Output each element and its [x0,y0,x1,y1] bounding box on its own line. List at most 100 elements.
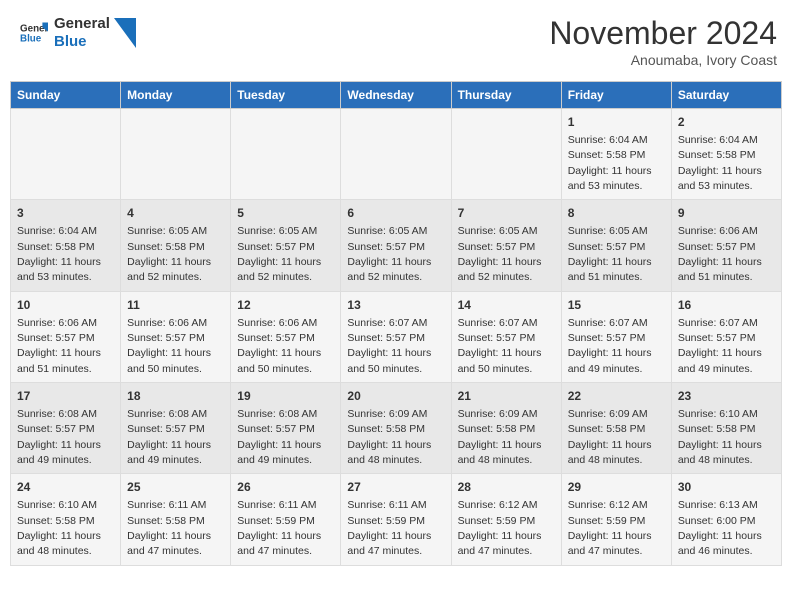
calendar-day-cell: 13 Sunrise: 6:07 AM Sunset: 5:57 PM Dayli… [341,291,451,382]
calendar-week-row: 3 Sunrise: 6:04 AM Sunset: 5:58 PM Daylig… [11,200,782,291]
day-of-week-header: Friday [561,82,671,109]
day-info-text: Sunrise: 6:08 AM Sunset: 5:57 PM Dayligh… [237,408,321,466]
logo-icon: General Blue [20,19,48,47]
day-number: 1 [568,114,665,131]
day-info-text: Sunrise: 6:12 AM Sunset: 5:59 PM Dayligh… [568,499,652,557]
calendar-day-cell: 7Sunrise: 6:05 AM Sunset: 5:57 PM Daylig… [451,200,561,291]
day-number: 26 [237,479,334,496]
calendar-week-row: 1Sunrise: 6:04 AM Sunset: 5:58 PM Daylig… [11,109,782,200]
calendar-day-cell: 10 Sunrise: 6:06 AM Sunset: 5:57 PM Dayli… [11,291,121,382]
calendar-body: 1 Sunrise: 6:04 AM Sunset: 5:58 PM Daylig… [11,109,782,566]
day-number: 30 [678,479,775,496]
calendar-day-cell: 15Sunrise: 6:07 AM Sunset: 5:57 PM Dayli… [561,291,671,382]
logo-general-text: General [54,15,110,33]
day-info-text: Sunrise: 6:05 AM Sunset: 5:58 PM Dayligh… [127,225,211,283]
calendar-day-cell: 6 Sunrise: 6:05 AM Sunset: 5:57 PM Daylig… [341,200,451,291]
header-row: SundayMondayTuesdayWednesdayThursdayFrid… [11,82,782,109]
day-number: 6 [347,205,444,222]
calendar-day-cell: 28Sunrise: 6:12 AM Sunset: 5:59 PM Dayli… [451,474,561,565]
day-of-week-header: Wednesday [341,82,451,109]
calendar-day-cell: 25 Sunrise: 6:11 AM Sunset: 5:58 PM Dayli… [121,474,231,565]
day-info-text: Sunrise: 6:13 AM Sunset: 6:00 PM Dayligh… [678,499,762,557]
day-info-text: Sunrise: 6:07 AM Sunset: 5:57 PM Dayligh… [347,317,431,375]
location-subtitle: Anoumaba, Ivory Coast [549,52,777,68]
calendar-day-cell: 2Sunrise: 6:04 AM Sunset: 5:58 PM Daylig… [671,109,781,200]
day-number: 19 [237,388,334,405]
day-number: 8 [568,205,665,222]
calendar-day-cell [451,109,561,200]
day-info-text: Sunrise: 6:05 AM Sunset: 5:57 PM Dayligh… [347,225,431,283]
logo-blue-text: Blue [54,33,110,51]
day-info-text: Sunrise: 6:07 AM Sunset: 5:57 PM Dayligh… [458,317,542,375]
day-number: 5 [237,205,334,222]
calendar-day-cell [231,109,341,200]
calendar-day-cell: 29 Sunrise: 6:12 AM Sunset: 5:59 PM Dayli… [561,474,671,565]
title-block: November 2024 Anoumaba, Ivory Coast [549,15,777,68]
day-info-text: Sunrise: 6:09 AM Sunset: 5:58 PM Dayligh… [568,408,652,466]
day-of-week-header: Sunday [11,82,121,109]
day-info-text: Sunrise: 6:08 AM Sunset: 5:57 PM Dayligh… [17,408,101,466]
calendar-table: SundayMondayTuesdayWednesdayThursdayFrid… [10,81,782,566]
calendar-day-cell [11,109,121,200]
day-number: 21 [458,388,555,405]
calendar-day-cell: 1Sunrise: 6:04 AM Sunset: 5:58 PM Daylig… [561,109,671,200]
day-info-text: Sunrise: 6:04 AM Sunset: 5:58 PM Dayligh… [17,225,101,283]
day-number: 7 [458,205,555,222]
day-number: 23 [678,388,775,405]
calendar-day-cell: 5 Sunrise: 6:05 AM Sunset: 5:57 PM Daylig… [231,200,341,291]
day-of-week-header: Saturday [671,82,781,109]
day-number: 13 [347,297,444,314]
calendar-day-cell: 23 Sunrise: 6:10 AM Sunset: 5:58 PM Dayli… [671,383,781,474]
day-number: 12 [237,297,334,314]
day-number: 16 [678,297,775,314]
day-number: 27 [347,479,444,496]
logo-triangle-icon [114,18,136,48]
day-number: 28 [458,479,555,496]
month-year-title: November 2024 [549,15,777,52]
day-number: 10 [17,297,114,314]
day-info-text: Sunrise: 6:08 AM Sunset: 5:57 PM Dayligh… [127,408,211,466]
svg-text:Blue: Blue [20,33,42,44]
day-info-text: Sunrise: 6:05 AM Sunset: 5:57 PM Dayligh… [237,225,321,283]
calendar-day-cell: 8 Sunrise: 6:05 AM Sunset: 5:57 PM Daylig… [561,200,671,291]
day-info-text: Sunrise: 6:09 AM Sunset: 5:58 PM Dayligh… [347,408,431,466]
calendar-day-cell: 17 Sunrise: 6:08 AM Sunset: 5:57 PM Dayli… [11,383,121,474]
day-number: 15 [568,297,665,314]
calendar-day-cell: 14 Sunrise: 6:07 AM Sunset: 5:57 PM Dayli… [451,291,561,382]
day-number: 24 [17,479,114,496]
day-number: 29 [568,479,665,496]
day-info-text: Sunrise: 6:11 AM Sunset: 5:58 PM Dayligh… [127,499,211,557]
day-number: 18 [127,388,224,405]
day-number: 3 [17,205,114,222]
day-number: 25 [127,479,224,496]
day-info-text: Sunrise: 6:09 AM Sunset: 5:58 PM Dayligh… [458,408,542,466]
day-number: 17 [17,388,114,405]
calendar-day-cell: 19 Sunrise: 6:08 AM Sunset: 5:57 PM Dayli… [231,383,341,474]
calendar-header: SundayMondayTuesdayWednesdayThursdayFrid… [11,82,782,109]
calendar-week-row: 17 Sunrise: 6:08 AM Sunset: 5:57 PM Dayli… [11,383,782,474]
calendar-day-cell: 11Sunrise: 6:06 AM Sunset: 5:57 PM Dayli… [121,291,231,382]
day-info-text: Sunrise: 6:10 AM Sunset: 5:58 PM Dayligh… [17,499,101,557]
day-info-text: Sunrise: 6:05 AM Sunset: 5:57 PM Dayligh… [568,225,652,283]
day-number: 9 [678,205,775,222]
calendar-day-cell: 21 Sunrise: 6:09 AM Sunset: 5:58 PM Dayli… [451,383,561,474]
calendar-day-cell [121,109,231,200]
day-number: 14 [458,297,555,314]
calendar-day-cell: 20Sunrise: 6:09 AM Sunset: 5:58 PM Dayli… [341,383,451,474]
calendar-day-cell: 4 Sunrise: 6:05 AM Sunset: 5:58 PM Daylig… [121,200,231,291]
day-number: 4 [127,205,224,222]
day-info-text: Sunrise: 6:06 AM Sunset: 5:57 PM Dayligh… [678,225,762,283]
day-info-text: Sunrise: 6:11 AM Sunset: 5:59 PM Dayligh… [347,499,431,557]
calendar-day-cell: 18 Sunrise: 6:08 AM Sunset: 5:57 PM Dayli… [121,383,231,474]
calendar-day-cell: 30 Sunrise: 6:13 AM Sunset: 6:00 PM Dayli… [671,474,781,565]
day-info-text: Sunrise: 6:06 AM Sunset: 5:57 PM Dayligh… [17,317,101,375]
day-of-week-header: Monday [121,82,231,109]
day-info-text: Sunrise: 6:10 AM Sunset: 5:58 PM Dayligh… [678,408,762,466]
day-info-text: Sunrise: 6:06 AM Sunset: 5:57 PM Dayligh… [237,317,321,375]
calendar-day-cell: 16 Sunrise: 6:07 AM Sunset: 5:57 PM Dayli… [671,291,781,382]
calendar-week-row: 24 Sunrise: 6:10 AM Sunset: 5:58 PM Dayli… [11,474,782,565]
calendar-day-cell: 24 Sunrise: 6:10 AM Sunset: 5:58 PM Dayli… [11,474,121,565]
day-info-text: Sunrise: 6:07 AM Sunset: 5:57 PM Dayligh… [678,317,762,375]
calendar-day-cell: 27 Sunrise: 6:11 AM Sunset: 5:59 PM Dayli… [341,474,451,565]
calendar-day-cell: 3 Sunrise: 6:04 AM Sunset: 5:58 PM Daylig… [11,200,121,291]
